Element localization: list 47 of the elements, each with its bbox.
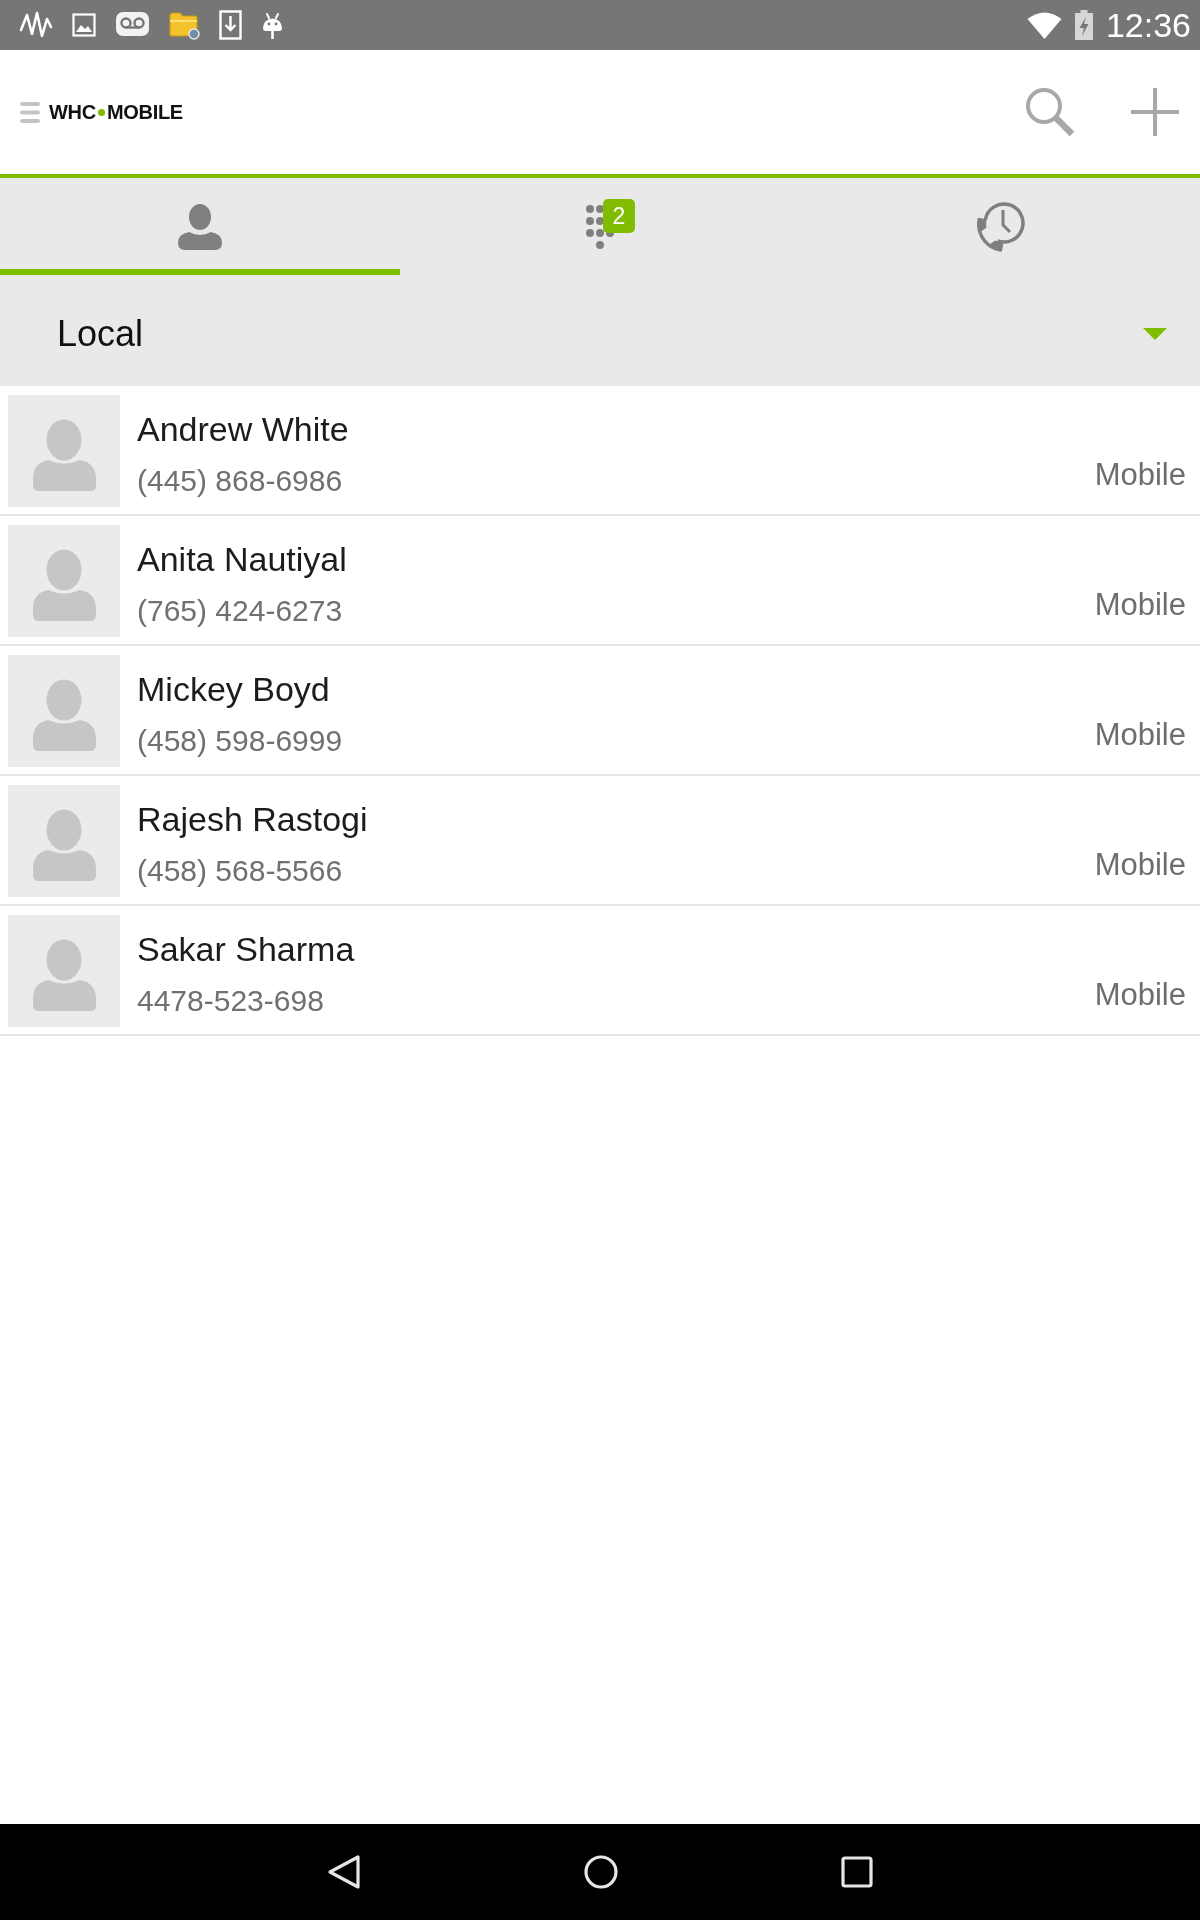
- contact-list-item[interactable]: Rajesh Rastogi (458) 568-5566 Mobile: [0, 776, 1200, 906]
- person-avatar-icon: [8, 655, 120, 767]
- contact-name: Mickey Boyd: [137, 669, 330, 709]
- source-dropdown[interactable]: Local: [0, 275, 1200, 386]
- contact-phone: (765) 424-6273: [137, 593, 343, 629]
- image-icon: [72, 13, 96, 37]
- logo-text: WHC: [49, 100, 96, 124]
- phone-type-label: Mobile: [1094, 586, 1186, 624]
- phone-clock-icon: [974, 200, 1026, 253]
- home-icon[interactable]: [584, 1855, 618, 1889]
- download-icon: [219, 10, 242, 40]
- person-icon: [177, 203, 223, 250]
- contact-name: Andrew White: [137, 409, 349, 449]
- menu-icon[interactable]: [20, 101, 40, 123]
- person-avatar-icon: [8, 785, 120, 897]
- contact-phone: 4478-523-698: [137, 983, 324, 1019]
- contact-list-item[interactable]: Anita Nautiyal (765) 424-6273 Mobile: [0, 516, 1200, 646]
- contact-name: Sakar Sharma: [137, 929, 355, 969]
- count-badge: 2: [603, 198, 635, 233]
- contact-list-item[interactable]: Mickey Boyd (458) 598-6999 Mobile: [0, 646, 1200, 776]
- battery-charging-icon: [1074, 10, 1093, 40]
- waveform-icon: [19, 10, 53, 40]
- contact-list-item[interactable]: Andrew White (445) 868-6986 Mobile: [0, 386, 1200, 516]
- dot-icon: [97, 108, 105, 116]
- contact-name: Anita Nautiyal: [137, 539, 347, 579]
- wifi-icon: [1026, 11, 1062, 39]
- phone-type-label: Mobile: [1094, 456, 1186, 494]
- person-avatar-icon: [8, 395, 120, 507]
- android-robot-icon: [261, 10, 284, 40]
- phone-type-label: Mobile: [1094, 716, 1186, 754]
- contact-phone: (458) 568-5566: [137, 853, 343, 889]
- caret-icon: [1143, 327, 1167, 340]
- logo-text: MOBILE: [106, 100, 183, 124]
- phone-type-label: Mobile: [1094, 846, 1186, 884]
- contact-list-item[interactable]: Sakar Sharma 4478-523-698 Mobile: [0, 906, 1200, 1036]
- status-time: 12:36: [1105, 5, 1191, 45]
- folder-icon: [169, 10, 200, 40]
- contact-phone: (445) 868-6986: [137, 463, 343, 499]
- plus-icon[interactable]: [1131, 88, 1179, 136]
- contact-phone: (458) 598-6999: [137, 723, 343, 759]
- search-icon[interactable]: [1024, 86, 1076, 138]
- person-avatar-icon: [8, 525, 120, 637]
- phone-type-label: Mobile: [1094, 976, 1186, 1014]
- person-avatar-icon: [8, 915, 120, 1027]
- contact-name: Rajesh Rastogi: [137, 799, 368, 839]
- recents-icon[interactable]: [841, 1856, 873, 1888]
- back-icon[interactable]: [327, 1854, 361, 1890]
